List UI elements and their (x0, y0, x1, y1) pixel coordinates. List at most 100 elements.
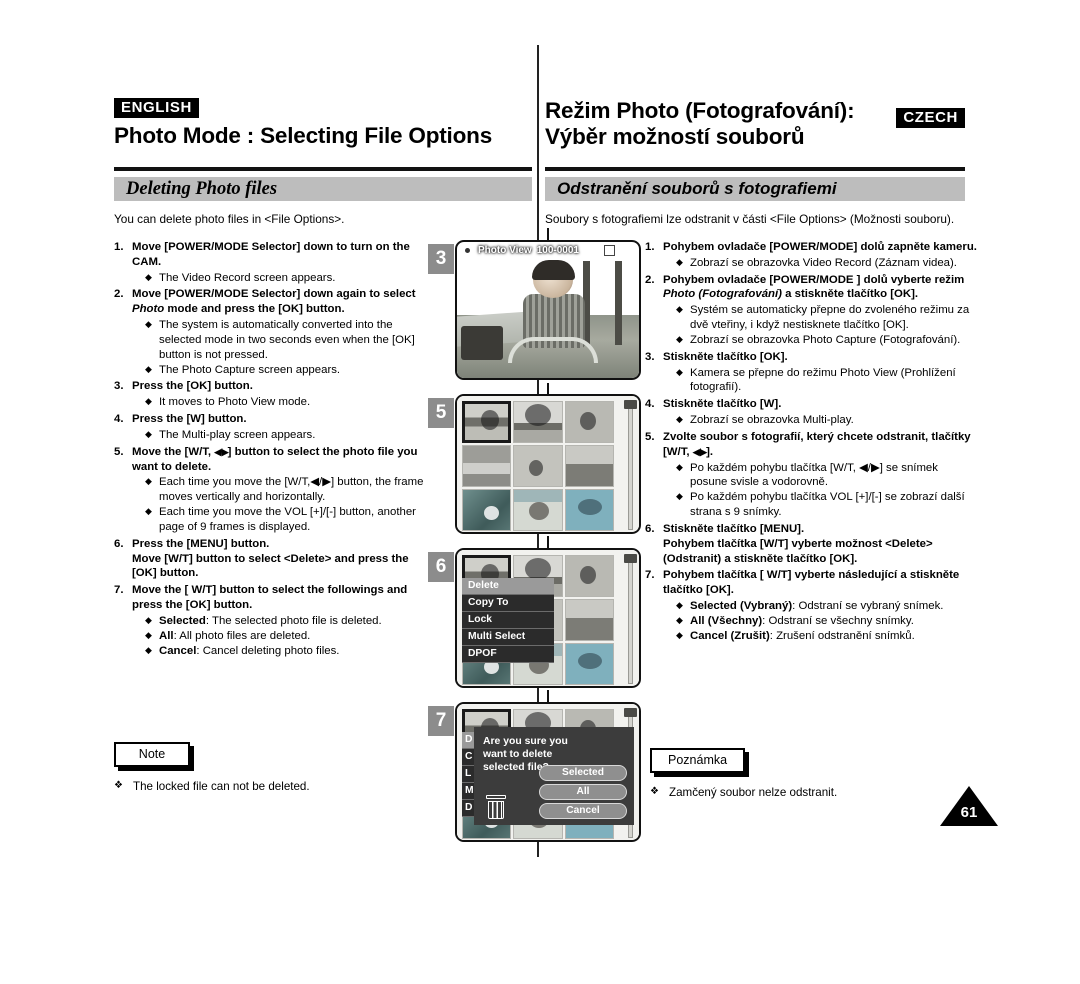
step-body: Pohybem ovladače [POWER/MODE ] dolů vybe… (663, 273, 977, 348)
step-bullets: ◆ The system is automatically converted i… (132, 318, 432, 377)
step-number: 1. (114, 241, 124, 253)
screenshot-step-5: 5 (428, 383, 648, 548)
diamond-bullet-icon: ◆ (676, 256, 683, 267)
lcd-file-menu: Delete Copy To Lock Multi Select DPOF (455, 548, 641, 688)
step-body: Press the [W] button. ◆ The Multi-play scr… (132, 412, 432, 443)
step-number: 6. (114, 537, 124, 550)
memory-card-icon (604, 245, 615, 256)
step-number: 2. (114, 288, 124, 301)
section-intro-czech: Soubory s fotografiemi lze odstranit v č… (545, 212, 955, 226)
bullet-item: ◆ Kamera se přepne do režimu Photo View (… (663, 366, 977, 396)
bullet-text: The Video Record screen appears. (159, 271, 336, 284)
photo-cart (460, 326, 503, 361)
thumbnail[interactable] (462, 489, 512, 531)
instruction-step: 7. Move the [ W/T] button to select the f… (114, 583, 432, 658)
diamond-bullet-icon: ◆ (676, 333, 683, 344)
trash-can (488, 801, 504, 819)
step-body: Stiskněte tlačítko [MENU]. Pohybem tlačí… (663, 522, 977, 566)
step-body: Move the [ W/T] button to select the fol… (132, 583, 432, 658)
page-number: 61 (960, 804, 978, 821)
step-body: Move [POWER/MODE Selector] down to turn … (132, 240, 432, 285)
diamond-bullet-icon: ◆ (145, 476, 152, 487)
step-body: Pohybem tlačítka [ W/T] vyberte následuj… (663, 568, 977, 643)
bullet-item: ◆ The system is automatically converted i… (132, 318, 432, 362)
menu-item-multi-select[interactable]: Multi Select (462, 629, 554, 646)
menu-item-copy-to[interactable]: Copy To (462, 595, 554, 612)
instruction-step: 6. Stiskněte tlačítko [MENU]. Pohybem tla… (645, 522, 977, 566)
camera-icon (461, 243, 474, 256)
diamond-bullet-icon: ◆ (145, 506, 152, 517)
bullet-text: Zobrazí se obrazovka Video Record (Zázna… (690, 256, 957, 269)
bullet-item: ◆ Zobrazí se obrazovka Multi-play. (663, 413, 977, 428)
diamond-bullet-icon: ◆ (145, 363, 152, 374)
scrollbar-track[interactable] (628, 556, 633, 684)
thumbnail[interactable] (462, 445, 512, 487)
osd-file-number: 100-0001 (536, 245, 579, 256)
note-block-czech: Poznámka ❖ Zamčený soubor nelze odstrani… (650, 748, 837, 799)
thumbnail[interactable] (513, 445, 563, 487)
dialog-button-cancel[interactable]: Cancel (539, 803, 627, 819)
scrollbar-thumb[interactable] (624, 554, 637, 563)
instruction-step: 6. Press the [MENU] button. Move [W/T] bu… (114, 537, 432, 581)
dialog-button-selected[interactable]: Selected (539, 765, 627, 781)
language-badge-czech: CZECH (896, 108, 965, 128)
step-badge-6: 6 (428, 552, 454, 582)
trash-lid (486, 795, 506, 799)
instruction-step: 7. Pohybem tlačítka [ W/T] vyberte násled… (645, 568, 977, 643)
step-body: Move the [W/T, ◀/▶] button to select the… (132, 445, 432, 535)
scrollbar-thumb[interactable] (624, 400, 637, 409)
step-bullets: ◆ The Video Record screen appears. (132, 271, 432, 286)
osd-status-bar: Photo View 100-0001 (457, 242, 639, 259)
step-heading: Press the [W] button. (132, 413, 247, 426)
bullet-item: ◆ The Multi-play screen appears. (132, 428, 432, 443)
diamond-bullet-icon: ◆ (676, 629, 683, 640)
step-number: 5. (114, 445, 124, 458)
diamond-bullet-icon: ◆ (676, 304, 683, 315)
bullet-item: ◆ The Video Record screen appears. (132, 271, 432, 286)
dialog-button-group: Selected All Cancel (539, 765, 627, 819)
thumbnail[interactable] (564, 445, 614, 487)
thumbnail-selected[interactable] (462, 401, 512, 443)
note-text-english-row: ❖ The locked file can not be deleted. (114, 780, 310, 793)
step-bullets: ◆ The Multi-play screen appears. (132, 428, 432, 443)
lcd-multiplay (455, 394, 641, 534)
step-bullets: ◆ Selected: The selected photo file is de… (132, 614, 432, 658)
step-number: 3. (114, 380, 124, 393)
thumbnail[interactable] (564, 643, 614, 685)
dialog-button-all[interactable]: All (539, 784, 627, 800)
thumbnail[interactable] (513, 401, 563, 443)
section-bar-english: Deleting Photo files (114, 177, 532, 201)
thumbnail[interactable] (564, 599, 614, 641)
section-intro-english: You can delete photo files in <File Opti… (114, 212, 345, 226)
instruction-step: 4. Press the [W] button. ◆ The Multi-play s… (114, 412, 432, 443)
section-bar-czech: Odstranění souborů s fotografiemi (545, 177, 965, 201)
thumbnail[interactable] (564, 489, 614, 531)
step-heading: Pohybem tlačítka [ W/T] vyberte následuj… (663, 569, 960, 597)
screenshot-step-7: 7 DCLMD Are you sure you want to delete … (428, 702, 648, 844)
section-title-english: Deleting Photo files (126, 178, 278, 199)
bullet-item: ◆ Selected (Vybraný): Odstraní se vybraný… (663, 599, 977, 614)
step-bullets: ◆ Zobrazí se obrazovka Video Record (Zázn… (663, 256, 977, 271)
instruction-step: 1. Move [POWER/MODE Selector] down to tur… (114, 240, 432, 285)
scrollbar-track[interactable] (628, 402, 633, 530)
bullet-text: The Multi-play screen appears. (159, 428, 316, 441)
scrollbar-thumb[interactable] (624, 708, 637, 717)
step-heading: Move the [W/T, ◀/▶] button to select the… (132, 445, 418, 473)
step-heading: Pohybem ovladače [POWER/MODE ] dolů vybe… (663, 273, 965, 301)
menu-item-dpof[interactable]: DPOF (462, 646, 554, 663)
step-bullets: ◆ Po každém pohybu tlačítka [W/T, ◀/▶] se… (663, 461, 977, 520)
thumbnail[interactable] (564, 555, 614, 597)
bullet-text: Po každém pohybu tlačítka VOL [+]/[-] se… (690, 491, 965, 519)
osd-status-icons (604, 245, 638, 256)
file-options-menu: Delete Copy To Lock Multi Select DPOF (462, 578, 554, 663)
menu-item-delete[interactable]: Delete (462, 578, 554, 595)
bullet-text: Selected: The selected photo file is del… (159, 614, 382, 627)
thumbnail[interactable] (513, 489, 563, 531)
menu-item-lock[interactable]: Lock (462, 612, 554, 629)
header-rule-right (545, 167, 965, 171)
step-heading: Zvolte soubor s fotografií, který chcete… (663, 430, 971, 458)
thumbnail[interactable] (564, 401, 614, 443)
diamond-bullet-icon: ◆ (145, 319, 152, 330)
manual-page: ENGLISH Photo Mode : Selecting File Opti… (0, 0, 1080, 984)
bullet-item: ◆ Each time you move the [W/T,◀/▶] button… (132, 475, 432, 505)
